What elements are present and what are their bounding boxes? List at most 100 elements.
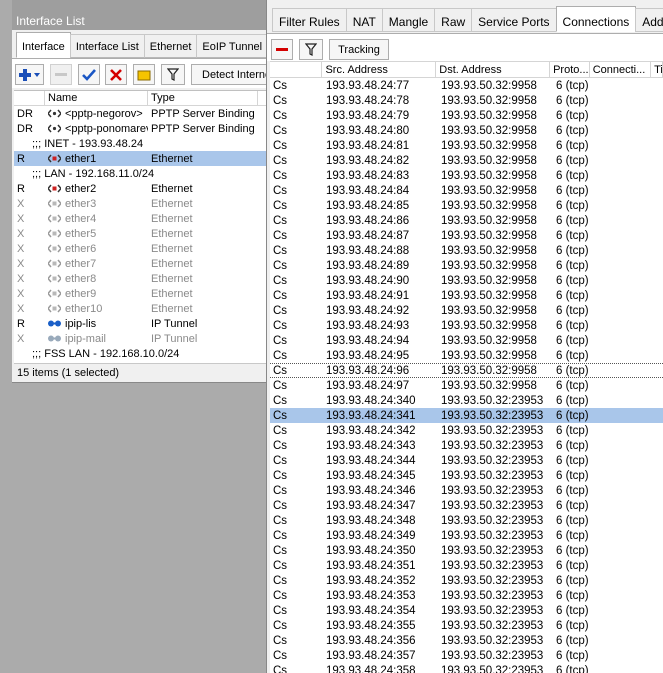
connection-row[interactable]: Cs 193.93.48.24:340 193.93.50.32:23953 6 (t… — [270, 393, 663, 408]
tab-service-ports[interactable]: Service Ports — [471, 8, 557, 32]
connection-row[interactable]: Cs 193.93.48.24:93 193.93.50.32:9958 6 (tcp… — [270, 318, 663, 333]
column-protocol[interactable]: Proto... — [550, 62, 590, 77]
tracking-button[interactable]: Tracking — [329, 39, 389, 60]
column-connection-type[interactable]: Connecti... — [590, 62, 652, 77]
connection-row[interactable]: Cs 193.93.48.24:80 193.93.50.32:9958 6 (tcp… — [270, 123, 663, 138]
interface-row[interactable]: Xipip-mail IP Tunnel — [14, 331, 269, 346]
interface-row[interactable]: Rether1 Ethernet — [14, 151, 269, 166]
connection-proto: 6 (tcp) — [556, 619, 589, 632]
tab-interface-list[interactable]: Interface List — [69, 34, 145, 58]
connection-row[interactable]: Cs 193.93.48.24:95 193.93.50.32:9958 6 (tcp… — [270, 348, 663, 363]
column-flags[interactable] — [14, 91, 45, 105]
connection-row[interactable]: Cs 193.93.48.24:346 193.93.50.32:23953 6 (t… — [270, 483, 663, 498]
connection-row[interactable]: Cs 193.93.48.24:86 193.93.50.32:9958 6 (tcp… — [270, 213, 663, 228]
connection-row[interactable]: Cs 193.93.48.24:356 193.93.50.32:23953 6 (t… — [270, 633, 663, 648]
connection-row[interactable]: Cs 193.93.48.24:355 193.93.50.32:23953 6 (t… — [270, 618, 663, 633]
connection-row[interactable]: Cs 193.93.48.24:89 193.93.50.32:9958 6 (tcp… — [270, 258, 663, 273]
connection-row[interactable]: Cs 193.93.48.24:343 193.93.50.32:23953 6 (t… — [270, 438, 663, 453]
connection-dst: 193.93.50.32:23953 — [441, 604, 544, 617]
filter-button[interactable] — [161, 64, 185, 85]
tab-nat[interactable]: NAT — [345, 8, 383, 32]
interface-row[interactable]: Rether2 Ethernet — [14, 181, 269, 196]
disable-button[interactable] — [105, 64, 127, 85]
tab-connections[interactable]: Connections — [555, 6, 637, 32]
connection-row[interactable]: Cs 193.93.48.24:357 193.93.50.32:23953 6 (t… — [270, 648, 663, 663]
tab-interface[interactable]: Interface — [16, 32, 71, 58]
comment-button[interactable] — [133, 64, 155, 85]
connection-flags: Cs — [273, 619, 288, 632]
connection-row[interactable]: Cs 193.93.48.24:81 193.93.50.32:9958 6 (tcp… — [270, 138, 663, 153]
connection-proto: 6 (tcp) — [556, 664, 589, 673]
connection-row[interactable]: Cs 193.93.48.24:352 193.93.50.32:23953 6 (t… — [270, 573, 663, 588]
connection-row[interactable]: Cs 193.93.48.24:344 193.93.50.32:23953 6 (t… — [270, 453, 663, 468]
connection-row[interactable]: Cs 193.93.48.24:350 193.93.50.32:23953 6 (t… — [270, 543, 663, 558]
connection-row[interactable]: Cs 193.93.48.24:341 193.93.50.32:23953 6 (t… — [270, 408, 663, 423]
remove-connection-button[interactable] — [271, 39, 293, 60]
section-comment-row[interactable]: ;;; INET - 193.93.48.24 — [14, 136, 269, 151]
filter-button[interactable] — [299, 39, 323, 60]
filter-icon — [305, 43, 317, 56]
connection-row[interactable]: Cs 193.93.48.24:345 193.93.50.32:23953 6 (t… — [270, 468, 663, 483]
column-name[interactable]: Name — [45, 91, 148, 105]
column-type[interactable]: Type — [148, 91, 258, 105]
interface-row[interactable]: DR <pptp-ponomarev>PPTP Server Binding — [14, 121, 269, 136]
interface-type: Ethernet — [151, 182, 193, 195]
connection-row[interactable]: Cs 193.93.48.24:94 193.93.50.32:9958 6 (tcp… — [270, 333, 663, 348]
connection-row[interactable]: Cs 193.93.48.24:342 193.93.50.32:23953 6 (t… — [270, 423, 663, 438]
connection-row[interactable]: Cs 193.93.48.24:353 193.93.50.32:23953 6 (t… — [270, 588, 663, 603]
section-comment-row[interactable]: ;;; LAN - 192.168.11.0/24 — [14, 166, 269, 181]
column-flags[interactable] — [270, 62, 323, 77]
connection-row[interactable]: Cs 193.93.48.24:91 193.93.50.32:9958 6 (tcp… — [270, 288, 663, 303]
connection-row[interactable]: Cs 193.93.48.24:78 193.93.50.32:9958 6 (tcp… — [270, 93, 663, 108]
connection-src: 193.93.48.24:344 — [326, 454, 416, 467]
interface-row[interactable]: Xether8 Ethernet — [14, 271, 269, 286]
connection-row[interactable]: Cs 193.93.48.24:347 193.93.50.32:23953 6 (t… — [270, 498, 663, 513]
connection-row[interactable]: Cs 193.93.48.24:85 193.93.50.32:9958 6 (tcp… — [270, 198, 663, 213]
connection-row[interactable]: Cs 193.93.48.24:84 193.93.50.32:9958 6 (tcp… — [270, 183, 663, 198]
interface-row[interactable]: Xether3 Ethernet — [14, 196, 269, 211]
connection-flags: Cs — [273, 514, 288, 527]
interface-name-cell: ether3 — [45, 198, 148, 210]
connection-row[interactable]: Cs 193.93.48.24:358 193.93.50.32:23953 6 (t… — [270, 663, 663, 673]
connection-proto: 6 (tcp) — [556, 79, 589, 92]
connection-row[interactable]: Cs 193.93.48.24:88 193.93.50.32:9958 6 (tcp… — [270, 243, 663, 258]
connection-row[interactable]: Cs 193.93.48.24:79 193.93.50.32:9958 6 (tcp… — [270, 108, 663, 123]
connection-row[interactable]: Cs 193.93.48.24:354 193.93.50.32:23953 6 (t… — [270, 603, 663, 618]
tab-eoip-tunnel[interactable]: EoIP Tunnel — [196, 34, 269, 58]
connection-row[interactable]: Cs 193.93.48.24:92 193.93.50.32:9958 6 (tcp… — [270, 303, 663, 318]
interface-row[interactable]: Xether10 Ethernet — [14, 301, 269, 316]
interface-row[interactable]: Xether5 Ethernet — [14, 226, 269, 241]
interface-row[interactable]: Xether4 Ethernet — [14, 211, 269, 226]
connection-row[interactable]: Cs 193.93.48.24:97 193.93.50.32:9958 6 (tcp… — [270, 378, 663, 393]
interface-row[interactable]: Ripip-lis IP Tunnel — [14, 316, 269, 331]
remove-button[interactable] — [50, 64, 72, 85]
connection-row[interactable]: Cs 193.93.48.24:351 193.93.50.32:23953 6 (t… — [270, 558, 663, 573]
column-dst-address[interactable]: Dst. Address — [436, 62, 551, 77]
connection-row[interactable]: Cs 193.93.48.24:348 193.93.50.32:23953 6 (t… — [270, 513, 663, 528]
tab-raw[interactable]: Raw — [434, 8, 473, 32]
interface-row[interactable]: Xether6 Ethernet — [14, 241, 269, 256]
connection-row[interactable]: Cs 193.93.48.24:87 193.93.50.32:9958 6 (tcp… — [270, 228, 663, 243]
connection-row[interactable]: Cs 193.93.48.24:96 193.93.50.32:9958 6 (tcp… — [270, 363, 663, 378]
connection-row[interactable]: Cs 193.93.48.24:82 193.93.50.32:9958 6 (tcp… — [270, 153, 663, 168]
connection-proto: 6 (tcp) — [556, 589, 589, 602]
column-timeout[interactable]: Ti — [651, 62, 663, 77]
interface-row[interactable]: DR <pptp-negorov> PPTP Server Binding — [14, 106, 269, 121]
tab-address-lists[interactable]: Address Lists — [635, 8, 663, 32]
connection-row[interactable]: Cs 193.93.48.24:83 193.93.50.32:9958 6 (tcp… — [270, 168, 663, 183]
tab-filter-rules[interactable]: Filter Rules — [272, 8, 347, 32]
interface-name: ether3 — [65, 197, 97, 210]
interface-row[interactable]: Xether7 Ethernet — [14, 256, 269, 271]
tab-mangle[interactable]: Mangle — [381, 8, 436, 32]
connection-row[interactable]: Cs 193.93.48.24:349 193.93.50.32:23953 6 (t… — [270, 528, 663, 543]
enable-button[interactable] — [78, 64, 100, 85]
section-comment-row[interactable]: ;;; FSS LAN - 192.168.10.0/24 — [14, 346, 269, 361]
interface-row[interactable]: Xether9 Ethernet — [14, 286, 269, 301]
detect-internet-button[interactable]: Detect Internet — [191, 64, 269, 85]
column-src-address[interactable]: Src. Address — [322, 62, 437, 77]
connection-flags: Cs — [273, 139, 288, 152]
add-menu-button[interactable] — [15, 64, 44, 85]
connection-row[interactable]: Cs 193.93.48.24:77 193.93.50.32:9958 6 (tcp… — [270, 78, 663, 93]
tab-ethernet[interactable]: Ethernet — [143, 34, 198, 58]
connection-row[interactable]: Cs 193.93.48.24:90 193.93.50.32:9958 6 (tcp… — [270, 273, 663, 288]
